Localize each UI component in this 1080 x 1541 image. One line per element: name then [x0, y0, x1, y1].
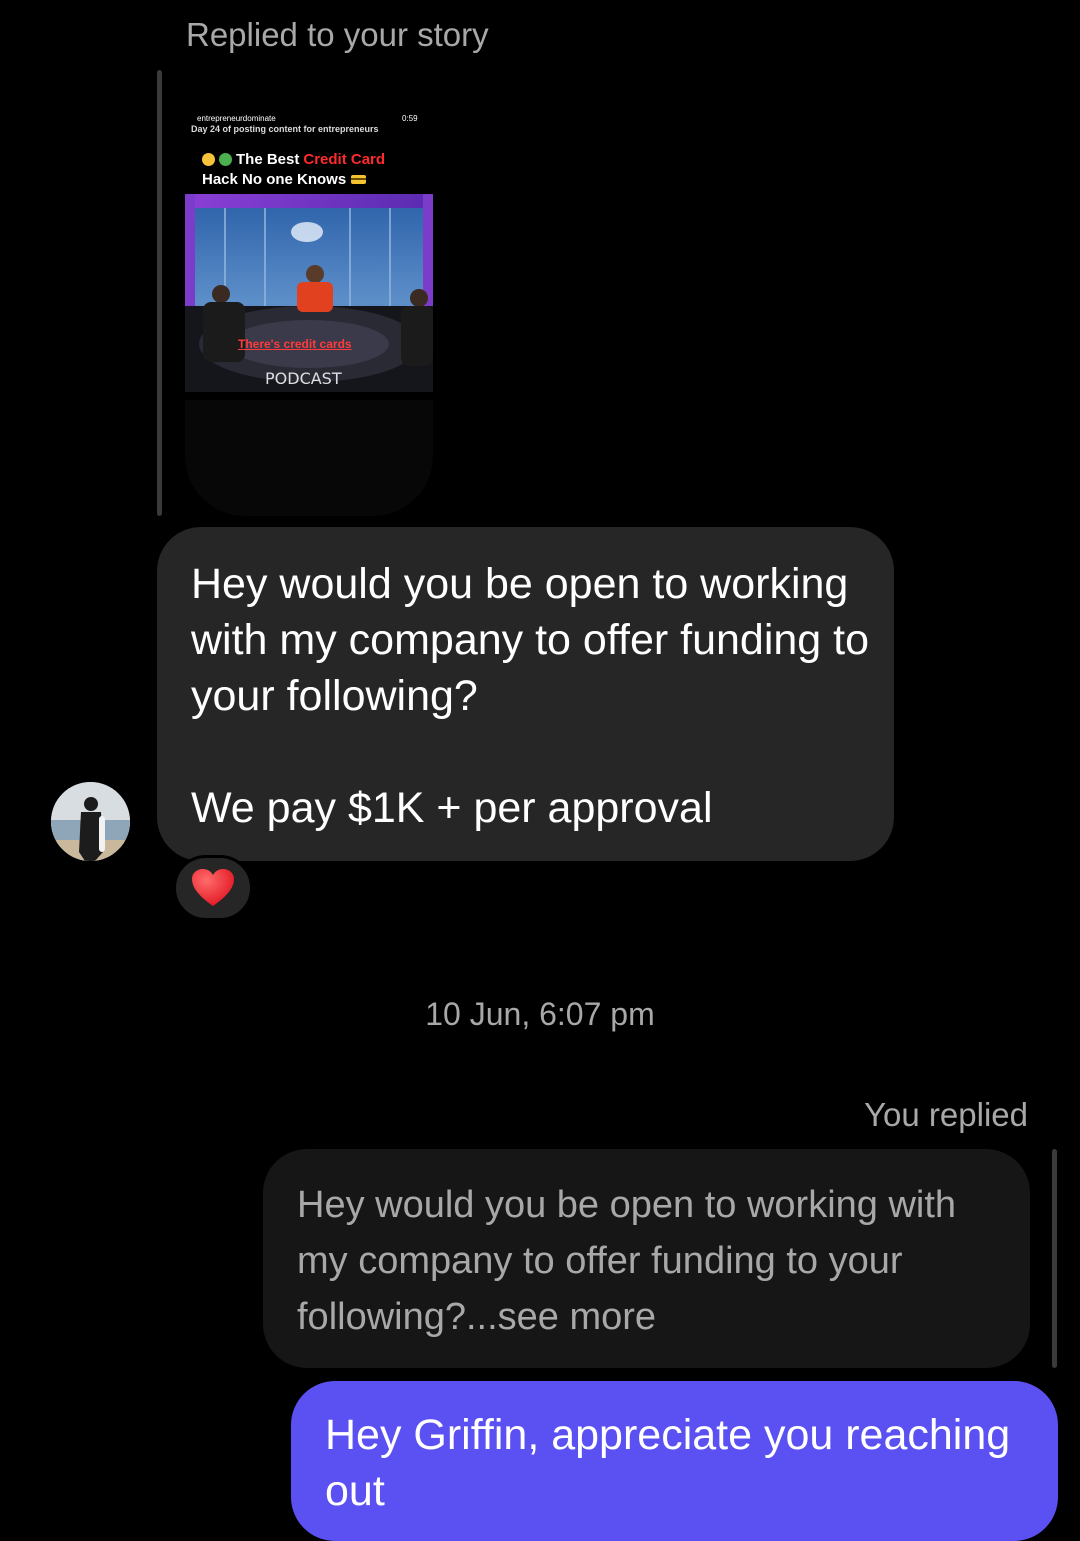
message-timestamp: 10 Jun, 6:07 pm — [425, 996, 655, 1032]
story-video-thumbnail[interactable]: PODCAST — [185, 194, 433, 392]
story-subtitle: Day 24 of posting content for entreprene… — [191, 124, 379, 134]
quoted-message-divider — [1052, 1149, 1057, 1368]
story-duration: 0:59 — [402, 114, 418, 123]
story-title-line2: Hack No one Knows — [202, 171, 367, 188]
story-title-line1: The Best Credit Card — [202, 151, 385, 168]
story-card-fade — [185, 400, 433, 516]
outgoing-message-text: Hey Griffin, appreciate you reaching out — [325, 1411, 1011, 1515]
quoted-message-text: Hey would you be open to working with my… — [297, 1184, 957, 1338]
heart-icon — [192, 869, 234, 906]
shocked-emoji-icon — [202, 153, 215, 166]
story-reply-divider — [157, 70, 162, 516]
story-title-line2-text: Hack No one Knows — [202, 171, 347, 188]
message-reaction[interactable] — [173, 855, 253, 921]
story-title-part1: The Best — [236, 151, 300, 168]
avatar[interactable] — [51, 782, 130, 861]
you-replied-label: You replied — [864, 1096, 1028, 1133]
money-face-emoji-icon — [219, 153, 232, 166]
story-title-part2: Credit Card — [303, 151, 386, 168]
story-video-caption: There's credit cards — [238, 337, 352, 351]
podcast-scene-image: PODCAST — [185, 194, 433, 392]
profile-photo-icon — [51, 782, 130, 861]
credit-card-icon — [351, 175, 367, 184]
story-username: entrepreneurdominate — [197, 114, 276, 123]
incoming-message-text: Hey would you be open to working with my… — [191, 560, 870, 832]
svg-text:PODCAST: PODCAST — [265, 369, 342, 388]
story-reply-caption: Replied to your story — [186, 16, 489, 53]
